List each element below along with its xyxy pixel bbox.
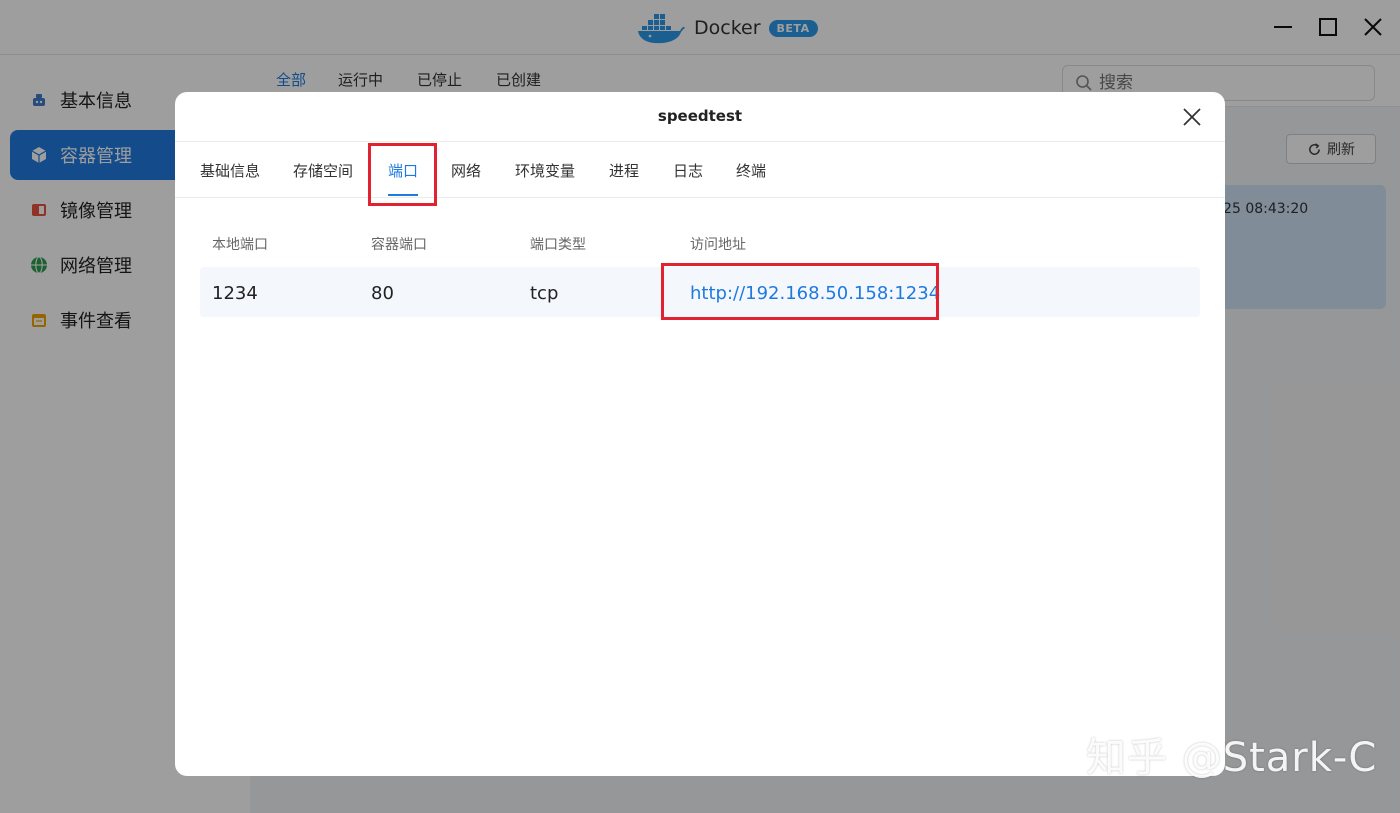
tab-network[interactable]: 网络 — [451, 160, 481, 181]
column-header-container-port: 容器端口 — [371, 237, 427, 253]
tab-env-vars[interactable]: 环境变量 — [515, 160, 575, 181]
tab-terminal[interactable]: 终端 — [736, 160, 766, 181]
tab-highlight-annotation — [368, 143, 437, 206]
column-header-local-port: 本地端口 — [212, 237, 268, 253]
modal-title: speedtest — [657, 107, 743, 125]
tab-logs[interactable]: 日志 — [673, 160, 703, 181]
column-header-access-url: 访问地址 — [690, 237, 746, 253]
url-highlight-annotation — [661, 263, 939, 320]
cell-container-port: 80 — [371, 283, 394, 304]
container-detail-modal: speedtest 基础信息 存储空间 端口 网络 环境变量 进程 日志 终端 … — [175, 92, 1225, 776]
column-header-port-type: 端口类型 — [530, 237, 586, 253]
watermark: 知乎 @Stark-C — [1086, 735, 1378, 781]
close-icon — [1183, 108, 1201, 126]
modal-header: speedtest — [175, 92, 1225, 142]
tab-basic-info[interactable]: 基础信息 — [200, 160, 260, 181]
cell-port-type: tcp — [530, 283, 559, 304]
modal-close-button[interactable] — [1179, 104, 1205, 130]
tab-storage[interactable]: 存储空间 — [293, 160, 353, 181]
modal-tabs: 基础信息 存储空间 端口 网络 环境变量 进程 日志 终端 — [175, 142, 1225, 198]
cell-local-port: 1234 — [212, 283, 258, 304]
tab-processes[interactable]: 进程 — [609, 160, 639, 181]
